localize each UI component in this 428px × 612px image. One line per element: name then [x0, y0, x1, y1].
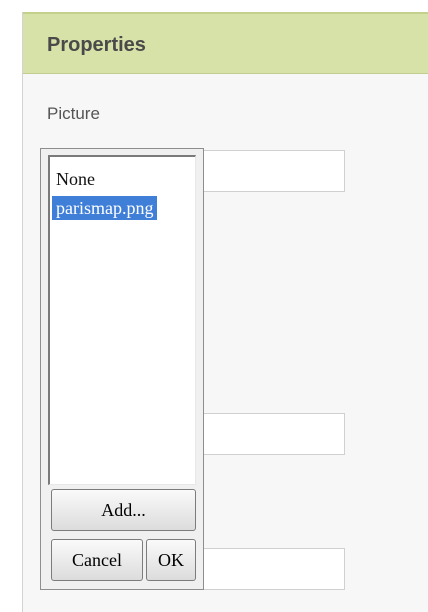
asset-listbox[interactable]: None parismap.png — [48, 155, 196, 485]
asset-chooser-popup: None parismap.png Add... Cancel OK — [40, 148, 204, 590]
property-field-2[interactable] — [185, 413, 345, 455]
picture-label: Picture — [47, 104, 100, 123]
add-button[interactable]: Add... — [51, 489, 196, 531]
property-field-3[interactable] — [185, 548, 345, 590]
list-item-none[interactable]: None — [52, 167, 99, 191]
panel-header: Properties — [23, 12, 428, 74]
picture-field[interactable] — [185, 150, 345, 192]
ok-button[interactable]: OK — [146, 539, 196, 581]
cancel-button[interactable]: Cancel — [51, 539, 143, 581]
panel-title: Properties — [47, 34, 146, 56]
list-item-parismap[interactable]: parismap.png — [52, 196, 158, 220]
